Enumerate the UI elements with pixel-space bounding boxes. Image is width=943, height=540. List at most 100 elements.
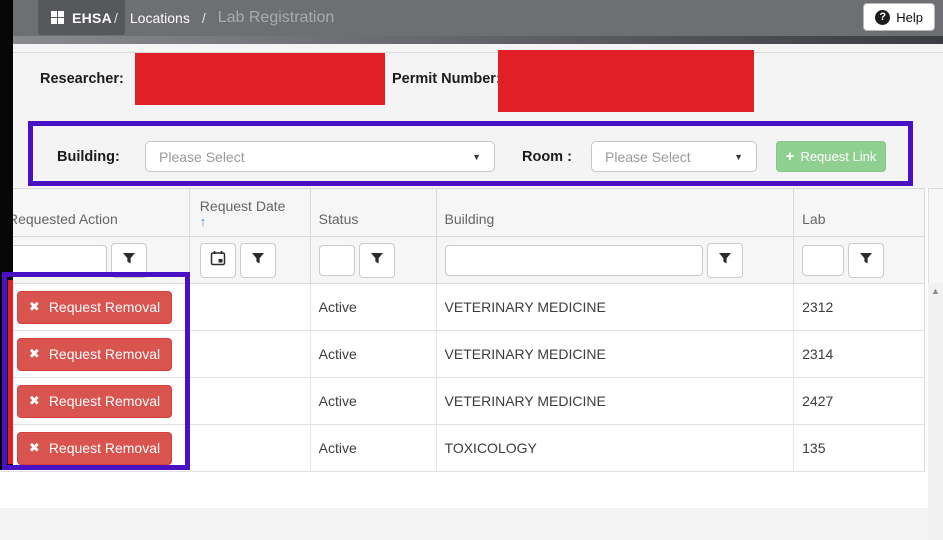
cell-status: Active	[311, 331, 437, 377]
cell-request-date	[190, 284, 311, 330]
permit-number-redaction-box	[498, 50, 754, 112]
topbar-shadow-strip	[0, 36, 943, 44]
chevron-down-icon: ▼	[472, 151, 481, 162]
help-button-label: Help	[896, 9, 923, 25]
column-header-status[interactable]: Status	[311, 189, 437, 236]
status-filter-button[interactable]	[358, 242, 395, 278]
grid-filter-row	[0, 237, 924, 284]
x-icon: ✖	[28, 440, 40, 455]
cell-requested-action: ✖ Request Removal	[0, 284, 190, 330]
column-header-lab[interactable]: Lab	[794, 189, 924, 236]
date-picker-button[interactable]	[199, 242, 236, 278]
help-button[interactable]: ? Help	[863, 3, 935, 31]
top-navigation-bar: EHSA / Locations / Lab Registration ? He…	[0, 0, 943, 36]
lab-registration-grid: Requested Action Request Date ↑ Status B…	[0, 188, 925, 472]
cell-request-date	[190, 331, 311, 377]
request-removal-button[interactable]: ✖ Request Removal	[17, 431, 172, 465]
cell-requested-action: ✖ Request Removal	[0, 378, 190, 424]
building-select[interactable]: Please Select ▼	[145, 141, 495, 172]
cell-building: VETERINARY MEDICINE	[437, 331, 795, 377]
scrollbar-header-spacer	[928, 188, 943, 283]
permit-number-label: Permit Number:	[392, 71, 501, 87]
filter-cell-building	[437, 237, 795, 283]
vertical-scrollbar[interactable]	[928, 283, 943, 540]
funnel-icon	[370, 251, 384, 270]
requested-action-filter-input[interactable]	[8, 244, 107, 276]
funnel-icon	[251, 251, 265, 270]
x-icon: ✖	[28, 299, 40, 314]
cell-lab: 2427	[802, 393, 834, 409]
app-grid-icon	[51, 11, 64, 24]
building-label: Building:	[57, 149, 120, 165]
request-removal-label: Request Removal	[48, 440, 161, 456]
cell-building: TOXICOLOGY	[437, 425, 795, 471]
filter-cell-lab	[794, 237, 924, 283]
filter-cell-requested-action	[0, 237, 190, 283]
table-row: ✖ Request Removal Active VETERINARY MEDI…	[0, 331, 924, 378]
building-filter-button[interactable]	[706, 242, 743, 278]
scroll-up-arrow-icon[interactable]: ▲	[928, 286, 943, 296]
cell-building: VETERINARY MEDICINE	[437, 284, 795, 330]
breadcrumb-locations[interactable]: Locations	[130, 10, 190, 26]
breadcrumb-separator: /	[114, 10, 118, 26]
annotation-red-stripe	[8, 280, 13, 464]
request-date-filter-button[interactable]	[239, 242, 276, 278]
brand-label: EHSA	[72, 9, 113, 26]
breadcrumb-separator: /	[201, 10, 206, 26]
calendar-icon	[210, 250, 226, 271]
cell-lab: 2314	[802, 346, 834, 362]
requested-action-filter-button[interactable]	[111, 242, 147, 278]
lab-registration-screen: EHSA / Locations / Lab Registration ? He…	[0, 0, 943, 540]
building-select-value: Please Select	[159, 148, 245, 165]
footer-strip	[0, 508, 928, 540]
request-removal-button[interactable]: ✖ Request Removal	[17, 290, 172, 324]
cell-request-date	[190, 378, 311, 424]
lab-filter-button[interactable]	[848, 242, 885, 278]
table-row: ✖ Request Removal Active VETERINARY MEDI…	[0, 284, 924, 331]
plus-icon: +	[785, 148, 795, 165]
cell-request-date	[190, 425, 311, 471]
question-mark-icon: ?	[875, 9, 891, 25]
cell-status: Active	[311, 425, 437, 471]
cell-requested-action: ✖ Request Removal	[0, 425, 190, 471]
table-row: ✖ Request Removal Active VETERINARY MEDI…	[0, 378, 924, 425]
status-filter-input[interactable]	[318, 244, 355, 276]
request-removal-button[interactable]: ✖ Request Removal	[17, 337, 172, 371]
funnel-icon	[122, 251, 136, 270]
column-header-requested-action[interactable]: Requested Action	[0, 189, 190, 236]
x-icon: ✖	[28, 393, 40, 408]
grid-header-row: Requested Action Request Date ↑ Status B…	[0, 189, 924, 237]
cell-status: Active	[311, 378, 437, 424]
ehsa-home-button[interactable]: EHSA	[38, 0, 126, 35]
request-removal-label: Request Removal	[48, 393, 161, 409]
request-link-label: Request Link	[800, 149, 877, 164]
funnel-icon	[859, 251, 873, 270]
room-select[interactable]: Please Select ▼	[591, 141, 757, 172]
room-select-value: Please Select	[605, 148, 691, 165]
breadcrumb: / Locations / Lab Registration	[114, 0, 334, 36]
request-link-button[interactable]: + Request Link	[776, 141, 886, 172]
funnel-icon	[718, 251, 732, 270]
cell-requested-action: ✖ Request Removal	[0, 331, 190, 377]
cell-status: Active	[311, 284, 437, 330]
column-header-request-date[interactable]: Request Date ↑	[190, 189, 311, 236]
researcher-redaction-box	[135, 53, 385, 105]
page-title: Lab Registration	[217, 9, 335, 26]
room-label: Room :	[522, 149, 572, 165]
request-removal-label: Request Removal	[48, 346, 161, 362]
cell-lab: 135	[802, 440, 826, 456]
cell-building: VETERINARY MEDICINE	[437, 378, 795, 424]
researcher-label: Researcher:	[40, 71, 124, 87]
chevron-down-icon: ▼	[734, 151, 743, 162]
building-filter-input[interactable]	[444, 244, 703, 276]
filter-cell-status	[311, 237, 437, 283]
cell-lab: 2312	[802, 299, 834, 315]
sort-ascending-icon: ↑	[199, 214, 207, 229]
filter-cell-request-date	[190, 237, 311, 283]
column-header-building[interactable]: Building	[437, 189, 795, 236]
lab-filter-input[interactable]	[802, 244, 845, 276]
x-icon: ✖	[28, 346, 40, 361]
request-removal-label: Request Removal	[48, 299, 161, 315]
table-row: ✖ Request Removal Active TOXICOLOGY 135	[0, 425, 924, 472]
request-removal-button[interactable]: ✖ Request Removal	[17, 384, 172, 418]
